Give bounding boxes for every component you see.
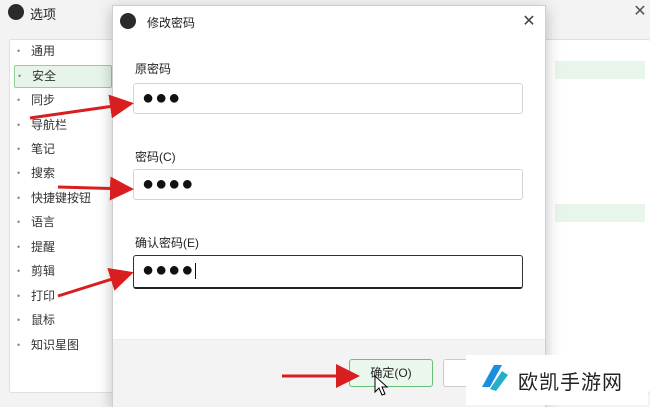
annotation-arrow <box>29 94 134 120</box>
annotation-arrow <box>57 267 134 298</box>
mouse-cursor-icon <box>374 374 389 396</box>
annotation-arrow <box>57 176 134 201</box>
annotation-overlay <box>29 94 389 396</box>
